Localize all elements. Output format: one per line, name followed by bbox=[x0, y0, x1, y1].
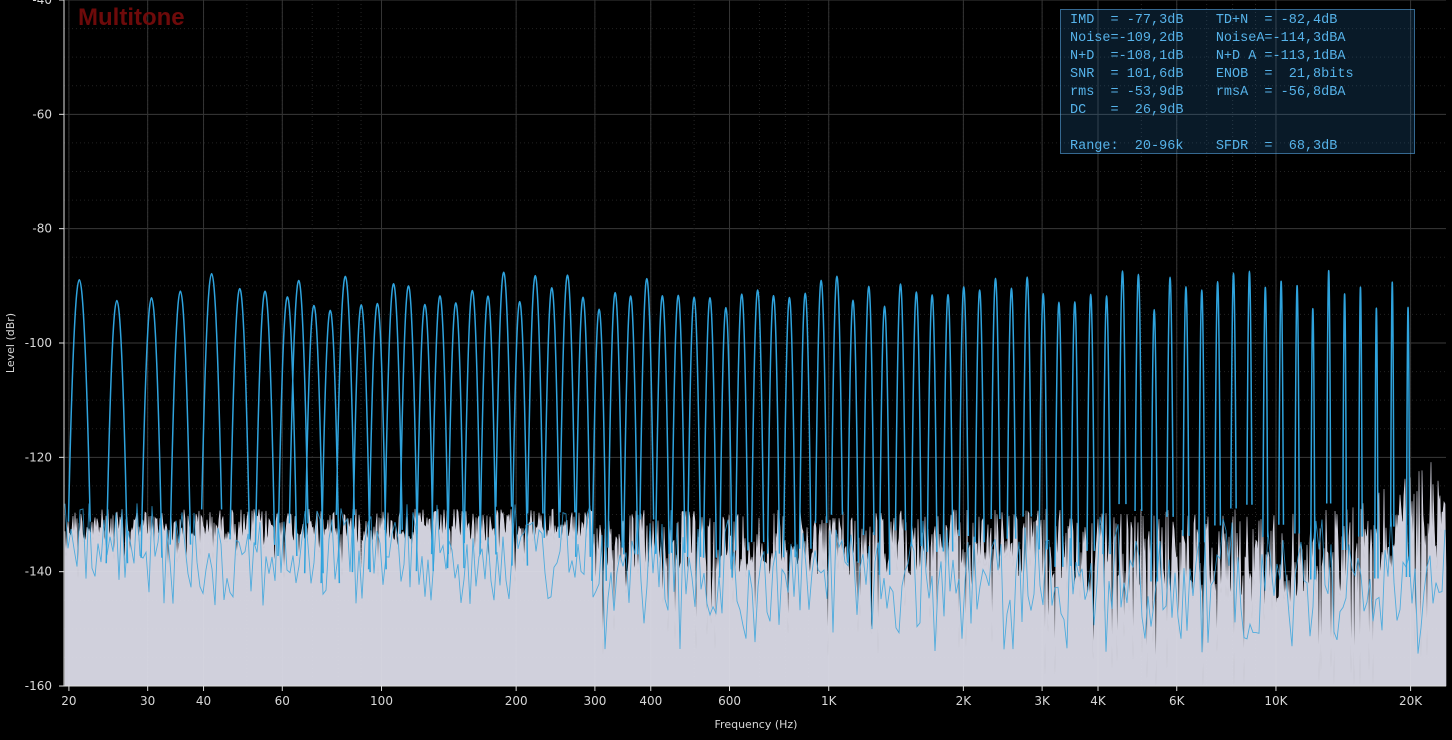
x-tick-label: 30 bbox=[140, 694, 155, 708]
y-tick-label: -40 bbox=[32, 0, 52, 7]
x-tick-label: 4K bbox=[1090, 694, 1107, 708]
x-tick-label: 400 bbox=[639, 694, 662, 708]
x-tick-label: 100 bbox=[370, 694, 393, 708]
stats-line: IMD = -77,3dB TD+N = -82,4dB bbox=[1070, 13, 1338, 28]
x-tick-label: 200 bbox=[505, 694, 528, 708]
stats-line: Noise=-109,2dB NoiseA=-114,3dBA bbox=[1070, 31, 1346, 46]
y-tick-label: -100 bbox=[25, 336, 52, 350]
chart-title: Multitone bbox=[78, 4, 185, 31]
x-tick-label: 20K bbox=[1399, 694, 1423, 708]
x-tick-label: 40 bbox=[196, 694, 211, 708]
x-tick-label: 300 bbox=[583, 694, 606, 708]
x-tick-label: 6K bbox=[1169, 694, 1186, 708]
x-tick-label: 2K bbox=[956, 694, 973, 708]
x-tick-label: 10K bbox=[1264, 694, 1288, 708]
stats-line: Range: 20-96k SFDR = 68,3dB bbox=[1070, 139, 1338, 154]
y-tick-label: -80 bbox=[32, 222, 52, 236]
x-tick-label: 600 bbox=[718, 694, 741, 708]
x-tick-label: 20 bbox=[61, 694, 76, 708]
stats-line: SNR = 101,6dB ENOB = 21,8bits bbox=[1070, 67, 1354, 82]
y-axis-title: Level (dBr) bbox=[4, 313, 17, 373]
stats-line: rms = -53,9dB rmsA = -56,8dBA bbox=[1070, 85, 1346, 100]
stats-line: N+D =-108,1dB N+D A =-113,1dBA bbox=[1070, 49, 1346, 64]
y-tick-label: -60 bbox=[32, 107, 52, 121]
x-axis-title: Frequency (Hz) bbox=[715, 718, 798, 731]
x-tick-label: 3K bbox=[1034, 694, 1051, 708]
x-tick-label: 1K bbox=[821, 694, 838, 708]
measurement-stats-panel: IMD = -77,3dB TD+N = -82,4dB Noise=-109,2… bbox=[1060, 9, 1415, 154]
stats-line: DC = 26,9dB bbox=[1070, 103, 1184, 118]
stats-line bbox=[1070, 120, 1414, 138]
y-tick-label: -140 bbox=[25, 565, 52, 579]
y-tick-label: -160 bbox=[25, 679, 52, 693]
y-tick-label: -120 bbox=[25, 450, 52, 464]
x-tick-label: 60 bbox=[275, 694, 290, 708]
